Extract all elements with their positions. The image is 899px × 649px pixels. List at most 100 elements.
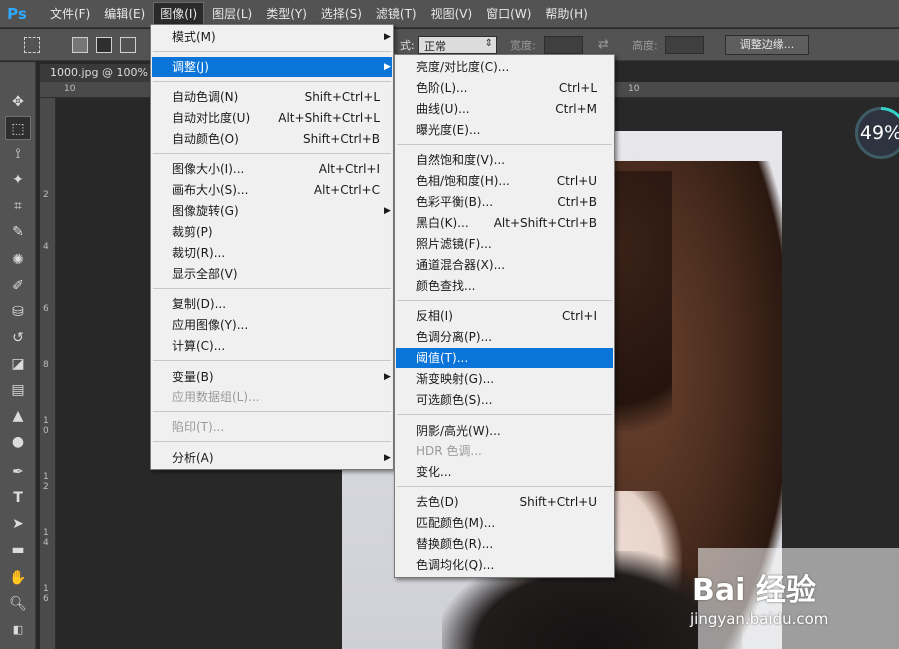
menu-item-desaturate[interactable]: 去色(D) Shift+Ctrl+U [396,492,613,512]
ruler-tick: 10 [628,84,640,94]
style-select[interactable]: 正常 [418,36,497,54]
menu-item-brightness-contrast[interactable]: 亮度/对比度(C)... [396,57,613,77]
blur-tool-icon[interactable]: ▲ [5,404,31,428]
healing-brush-icon[interactable]: ✺ [5,248,31,272]
dodge-tool-icon[interactable]: ● [5,430,31,454]
shape-tool-icon[interactable]: ▬ [5,538,31,562]
marquee-tool-icon[interactable]: ⬚ [5,116,31,140]
menu-select[interactable]: 选择(S) [315,2,368,26]
hand-tool-icon[interactable]: ✋ [5,566,31,590]
width-field[interactable] [544,36,583,54]
menu-item-auto-color[interactable]: 自动颜色(O) Shift+Ctrl+B [152,129,392,149]
menu-item-vibrance[interactable]: 自然饱和度(V)... [396,150,613,170]
menu-item-threshold[interactable]: 阈值(T)... [396,348,613,368]
width-label: 宽度: [510,39,536,52]
adjustments-submenu: 亮度/对比度(C)... 色阶(L)... Ctrl+L 曲线(U)... Ctrl… [394,54,615,578]
menu-item-levels[interactable]: 色阶(L)... Ctrl+L [396,78,613,98]
menu-separator [153,81,391,82]
menu-item-shadows-highlights[interactable]: 阴影/高光(W)... [396,421,613,441]
menu-layer[interactable]: 图层(L) [206,2,258,26]
ruler-tick: 4 [43,242,49,252]
refine-edge-button[interactable]: 调整边缘... [725,35,809,55]
eraser-icon[interactable]: ◪ [5,352,31,376]
menu-item-image-size[interactable]: 图像大小(I)... Alt+Ctrl+I [152,159,392,179]
menu-item-invert[interactable]: 反相(I) Ctrl+I [396,306,613,326]
menu-separator [397,486,612,487]
menu-item-gradient-map[interactable]: 渐变映射(G)... [396,369,613,389]
color-swatches-icon[interactable]: ◧ [5,618,31,642]
menu-item-color-balance[interactable]: 色彩平衡(B)... Ctrl+B [396,192,613,212]
menu-item-calculations[interactable]: 计算(C)... [152,336,392,356]
zoom-tool-icon[interactable]: 🔍︎ [5,592,31,616]
magic-wand-icon[interactable]: ✦ [5,168,31,192]
menu-item-canvas-size[interactable]: 画布大小(S)... Alt+Ctrl+C [152,180,392,200]
path-selection-icon[interactable]: ➤ [5,512,31,536]
height-field[interactable] [665,36,704,54]
history-brush-icon[interactable]: ↺ [5,326,31,350]
subtract-selection-icon[interactable] [120,37,136,53]
menu-item-trap: 陷印(T)... [172,420,225,434]
photoshop-logo: Ps [7,4,27,23]
crop-tool-icon[interactable]: ⌗ [5,194,31,218]
move-tool-icon[interactable]: ✥ [5,90,31,114]
menu-filter[interactable]: 滤镜(T) [370,2,423,26]
menu-item-adjustments[interactable]: 调整(J) ▶ [152,57,392,77]
pen-tool-icon[interactable]: ✒ [5,460,31,484]
submenu-arrow-icon: ▶ [384,62,391,72]
menu-item-hue-saturation[interactable]: 色相/饱和度(H)... Ctrl+U [396,171,613,191]
menu-separator [153,441,391,442]
menu-item-channel-mixer[interactable]: 通道混合器(X)... [396,255,613,275]
marquee-preset-icon[interactable] [24,37,40,53]
menu-item-color-lookup[interactable]: 颜色查找... [396,276,613,296]
eyedropper-icon[interactable]: ✎ [5,220,31,244]
menu-item-photo-filter[interactable]: 照片滤镜(F)... [396,234,613,254]
lasso-tool-icon[interactable]: ⟟ [5,142,31,166]
height-label: 高度: [632,39,658,52]
menu-item-mode[interactable]: 模式(M) ▶ [152,27,392,47]
menu-separator [153,288,391,289]
menu-item-auto-contrast[interactable]: 自动对比度(U) Alt+Shift+Ctrl+L [152,108,392,128]
menu-item-image-rotation[interactable]: 图像旋转(G) ▶ [152,201,392,221]
tools-panel: ✥ ⬚ ⟟ ✦ ⌗ ✎ ✺ ✐ ⛁ ↺ ◪ ▤ ▲ ● ✒ T ➤ ▬ ✋ 🔍︎… [0,62,36,649]
menu-item-apply-image[interactable]: 应用图像(Y)... [152,315,392,335]
menu-edit[interactable]: 编辑(E) [98,2,151,26]
menu-help[interactable]: 帮助(H) [539,2,593,26]
menu-item-trim[interactable]: 裁切(R)... [152,243,392,263]
menu-item-curves[interactable]: 曲线(U)... Ctrl+M [396,99,613,119]
menu-item-duplicate[interactable]: 复制(D)... [152,294,392,314]
clone-stamp-icon[interactable]: ⛁ [5,300,31,324]
menu-item-black-white[interactable]: 黑白(K)... Alt+Shift+Ctrl+B [396,213,613,233]
menu-item-variations[interactable]: 变化... [396,462,613,482]
menu-window[interactable]: 窗口(W) [480,2,537,26]
submenu-arrow-icon: ▶ [384,206,391,216]
menu-type[interactable]: 类型(Y) [260,2,313,26]
type-tool-icon[interactable]: T [5,486,31,510]
menu-view[interactable]: 视图(V) [425,2,479,26]
submenu-arrow-icon: ▶ [384,372,391,382]
menu-separator [153,153,391,154]
menu-item-replace-color[interactable]: 替换颜色(R)... [396,534,613,554]
menu-file[interactable]: 文件(F) [44,2,96,26]
menu-separator [397,144,612,145]
brush-tool-icon[interactable]: ✐ [5,274,31,298]
menu-item-reveal-all[interactable]: 显示全部(V) [152,264,392,284]
add-selection-icon[interactable] [96,37,112,53]
menu-item-match-color[interactable]: 匹配颜色(M)... [396,513,613,533]
submenu-arrow-icon: ▶ [384,32,391,42]
document-tab[interactable]: 1000.jpg @ 100% [40,64,160,82]
gradient-icon[interactable]: ▤ [5,378,31,402]
menu-item-exposure[interactable]: 曝光度(E)... [396,120,613,140]
menu-item-analysis[interactable]: 分析(A) ▶ [152,448,392,468]
menu-item-variables[interactable]: 变量(B) ▶ [152,367,392,387]
ruler-tick: 1 2 [43,472,49,492]
menu-item-equalize[interactable]: 色调均化(Q)... [396,555,613,575]
new-selection-icon[interactable] [72,37,88,53]
menu-item-posterize[interactable]: 色调分离(P)... [396,327,613,347]
menu-item-selective-color[interactable]: 可选颜色(S)... [396,390,613,410]
menu-item-auto-tone[interactable]: 自动色调(N) Shift+Ctrl+L [152,87,392,107]
ruler-vertical: 2 4 6 8 1 0 1 2 1 4 1 6 [40,98,56,649]
swap-icon[interactable]: ⇄ [598,37,609,52]
menu-image[interactable]: 图像(I) [153,1,205,26]
menu-item-crop[interactable]: 裁剪(P) [152,222,392,242]
ruler-tick: 6 [43,304,49,314]
